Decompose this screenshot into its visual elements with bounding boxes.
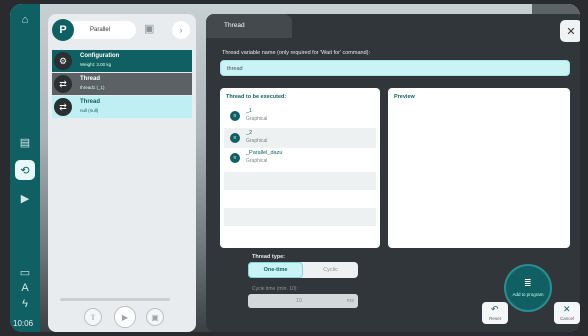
add-to-program-button[interactable]: ≣ Add to program [504, 264, 552, 312]
cancel-button[interactable]: ✕ Cancel [554, 302, 580, 324]
save-icon[interactable]: ▣ [146, 308, 164, 326]
thread-dialog: Thread ✕ Thread variable name (only requ… [206, 14, 580, 332]
reset-button[interactable]: ↶ Reset [482, 302, 508, 324]
program-icon: ≡ [230, 133, 240, 143]
project-avatar[interactable]: P [52, 19, 74, 41]
reset-label: Reset [489, 316, 501, 321]
tab-thread[interactable]: Thread [206, 14, 292, 38]
one-time-option[interactable]: One-time [248, 262, 303, 278]
list-item[interactable]: ≡ _1 Graphical [224, 106, 376, 126]
thread-list-panel: Thread to be executed: ≡ _1 Graphical ≡ … [220, 88, 380, 248]
nav-rail: ⌂ ▤ ⟲ ▶ ▭ A ϟ 10:06 [10, 4, 40, 332]
close-icon[interactable]: ✕ [560, 20, 580, 42]
play-button[interactable]: ▶ [114, 306, 136, 328]
program-icon: ≡ [230, 153, 240, 163]
preview-title: Preview [394, 94, 415, 100]
add-label: Add to program [512, 292, 544, 297]
thread-variable-label: Thread variable name (only required for … [222, 50, 371, 56]
cancel-label: Cancel [559, 316, 574, 321]
list-item-name: _2 [246, 130, 253, 136]
close-icon: ✕ [563, 304, 571, 314]
tree-item-title: Thread [80, 99, 101, 105]
program-tree: ⚙ Configuration Weight: 3.00 kg ⇄ Thread… [52, 50, 192, 119]
tree-item-sub: thread1 (_1) [80, 85, 105, 90]
cycle-time-unit: ms [346, 298, 354, 304]
thread-icon: ⇄ [54, 98, 72, 116]
list-item[interactable]: ≡ _Parallel_dazu Graphical [224, 148, 376, 168]
files-icon[interactable]: ▤ [15, 132, 35, 152]
project-name[interactable]: Parallel [66, 21, 136, 39]
tree-item-configuration[interactable]: ⚙ Configuration Weight: 3.00 kg [52, 50, 192, 72]
thread-icon: ⇄ [54, 75, 72, 93]
list-item-name: _Parallel_dazu [246, 150, 283, 156]
tree-item-title: Thread [80, 76, 101, 82]
project-panel: Parallel P ▣ › ⚙ Configuration Weight: 3… [48, 14, 196, 332]
cycle-time-value: 10 [296, 298, 303, 304]
tree-item-thread-2[interactable]: ⇄ Thread null (null) [52, 96, 192, 118]
project-header: Parallel P ▣ › [52, 18, 192, 42]
thread-type-toggle: One-time Cyclic [248, 262, 358, 278]
list-item-type: Graphical [246, 138, 268, 144]
tree-item-sub: null (null) [80, 108, 99, 113]
list-row-empty [224, 208, 376, 226]
home-icon[interactable]: ⌂ [15, 10, 35, 30]
cycle-time-input[interactable]: 10 ms [248, 294, 358, 308]
program-icon: ≡ [230, 111, 240, 121]
list-item[interactable]: ≡ _2 Graphical [224, 128, 376, 148]
tree-item-sub: Weight: 3.00 kg [80, 62, 112, 67]
add-program-icon: ≣ [524, 278, 532, 288]
preview-panel: Preview [388, 88, 570, 248]
power-icon[interactable]: ϟ [15, 294, 35, 314]
device-frame: ⌂ ▤ ⟲ ▶ ▭ A ϟ 10:06 Parallel P ▣ › ⚙ Con… [0, 0, 588, 336]
cyclic-option[interactable]: Cyclic [303, 262, 358, 278]
tree-item-thread-1[interactable]: ⇄ Thread thread1 (_1) [52, 73, 192, 95]
gear-icon: ⚙ [54, 52, 72, 70]
horizontal-scrollbar[interactable] [60, 298, 170, 301]
cycle-time-label: Cycle time (min. 10): [252, 286, 298, 292]
list-item-type: Graphical [246, 116, 268, 122]
playback-controls: ⇪ ▶ ▣ [84, 306, 164, 328]
clock: 10:06 [13, 319, 34, 328]
chevron-right-icon[interactable]: › [172, 21, 190, 39]
program-icon[interactable]: ⟲ [15, 160, 35, 180]
list-item-type: Graphical [246, 158, 268, 164]
list-row-empty [224, 172, 376, 190]
export-icon[interactable]: ⇪ [84, 308, 102, 326]
tree-item-title: Configuration [80, 53, 120, 59]
dialog-footer: ↶ Reset ✕ Cancel ≣ Add to program [482, 264, 580, 328]
thread-variable-input[interactable]: thread [220, 60, 570, 76]
thread-type-label: Thread type: [252, 254, 286, 260]
file-icon[interactable]: ▣ [144, 22, 158, 36]
list-item-name: _1 [246, 108, 253, 114]
undo-icon: ↶ [491, 304, 499, 314]
thread-list-title: Thread to be executed: [226, 94, 287, 100]
run-icon[interactable]: ▶ [15, 188, 35, 208]
screen: ⌂ ▤ ⟲ ▶ ▭ A ϟ 10:06 Parallel P ▣ › ⚙ Con… [10, 4, 580, 332]
